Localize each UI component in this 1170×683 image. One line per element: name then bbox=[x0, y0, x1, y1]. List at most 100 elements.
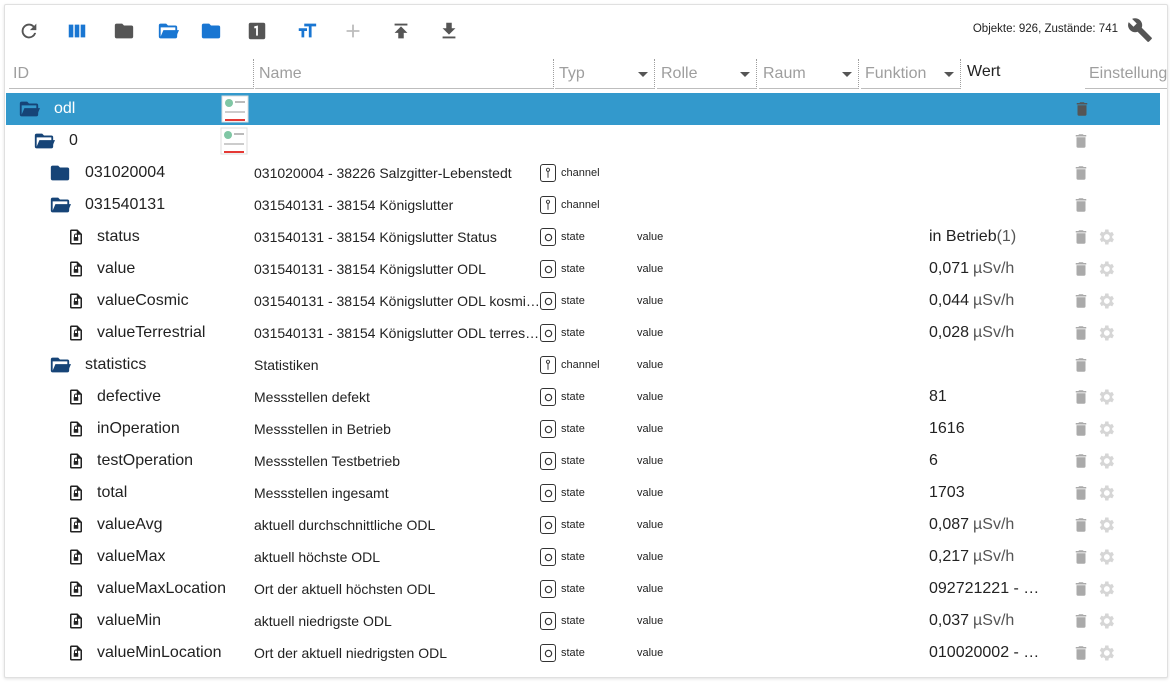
row-id-cell[interactable]: inOperation bbox=[67, 413, 180, 445]
row-id-cell[interactable]: 0 bbox=[31, 125, 78, 157]
tree-row[interactable]: valueAvg aktuell durchschnittliche ODL sta… bbox=[5, 509, 1167, 541]
file-lock-icon[interactable] bbox=[67, 386, 85, 408]
row-value[interactable]: 0,071 µSv/h bbox=[929, 253, 1049, 285]
gear-icon[interactable] bbox=[1095, 445, 1117, 477]
gear-icon[interactable] bbox=[1095, 317, 1117, 349]
row-id-cell[interactable]: defective bbox=[67, 381, 161, 413]
trash-icon[interactable] bbox=[1071, 605, 1091, 637]
download-button[interactable] bbox=[435, 17, 463, 45]
row-name[interactable]: Ort der aktuell niedrigsten ODL bbox=[254, 637, 540, 669]
row-role[interactable]: value bbox=[637, 509, 737, 541]
row-name[interactable]: 031540131 - 38154 Königslutter ODL bbox=[254, 253, 540, 285]
settings-button[interactable] bbox=[1127, 17, 1153, 43]
role-filter-select[interactable]: Rolle bbox=[657, 59, 757, 89]
row-role[interactable]: value bbox=[637, 573, 737, 605]
expand-all-button[interactable] bbox=[154, 17, 182, 45]
trash-icon[interactable] bbox=[1071, 509, 1091, 541]
row-role[interactable]: value bbox=[637, 637, 737, 669]
row-name[interactable]: Messstellen in Betrieb bbox=[254, 413, 540, 445]
row-value[interactable]: 1703 bbox=[929, 477, 1049, 509]
row-role[interactable]: value bbox=[637, 381, 737, 413]
refresh-button[interactable] bbox=[15, 17, 43, 45]
file-lock-icon[interactable] bbox=[67, 482, 85, 504]
tree-row[interactable]: statistics Statistiken channel value bbox=[5, 349, 1167, 381]
row-name[interactable]: Ort der aktuell höchsten ODL bbox=[254, 573, 540, 605]
row-id-cell[interactable]: valueMaxLocation bbox=[67, 573, 226, 605]
function-filter-select[interactable]: Funktion bbox=[861, 59, 961, 89]
row-role[interactable]: value bbox=[637, 253, 737, 285]
file-lock-icon[interactable] bbox=[67, 514, 85, 536]
file-lock-icon[interactable] bbox=[67, 546, 85, 568]
row-value[interactable]: 0,087 µSv/h bbox=[929, 509, 1049, 541]
tree-row[interactable]: valueMaxLocation Ort der aktuell höchsten… bbox=[5, 573, 1167, 605]
folder-icon[interactable] bbox=[47, 162, 73, 184]
row-name[interactable]: aktuell höchste ODL bbox=[254, 541, 540, 573]
row-value[interactable]: 6 bbox=[929, 445, 1049, 477]
row-value[interactable]: 010020002 - … bbox=[929, 637, 1049, 669]
row-id-cell[interactable]: statistics bbox=[47, 349, 146, 381]
row-value[interactable]: 092721221 - … bbox=[929, 573, 1049, 605]
tree-row[interactable]: status 031540131 - 38154 Königslutter Sta… bbox=[5, 221, 1167, 253]
row-name[interactable]: aktuell niedrigste ODL bbox=[254, 605, 540, 637]
trash-icon[interactable] bbox=[1071, 381, 1091, 413]
folder-open-icon[interactable] bbox=[31, 130, 57, 152]
row-name[interactable]: 031540131 - 38154 Königslutter ODL terre… bbox=[254, 317, 540, 349]
tree-row[interactable]: valueCosmic 031540131 - 38154 Königslutte… bbox=[5, 285, 1167, 317]
row-id-cell[interactable]: valueMax bbox=[67, 541, 165, 573]
gear-icon[interactable] bbox=[1095, 573, 1117, 605]
trash-icon[interactable] bbox=[1071, 413, 1091, 445]
row-name[interactable]: 031020004 - 38226 Salzgitter-Lebenstedt bbox=[254, 157, 540, 189]
row-id-cell[interactable]: valueMinLocation bbox=[67, 637, 222, 669]
row-role[interactable]: value bbox=[637, 285, 737, 317]
row-id-cell[interactable]: testOperation bbox=[67, 445, 193, 477]
trash-icon[interactable] bbox=[1071, 477, 1091, 509]
file-lock-icon[interactable] bbox=[67, 290, 85, 312]
trash-icon[interactable] bbox=[1071, 445, 1091, 477]
tree-row[interactable]: 0 bbox=[5, 125, 1167, 157]
row-value[interactable]: 1616 bbox=[929, 413, 1049, 445]
gear-icon[interactable] bbox=[1095, 285, 1117, 317]
tree-row[interactable]: valueMin aktuell niedrigste ODL state value… bbox=[5, 605, 1167, 637]
trash-icon[interactable] bbox=[1071, 253, 1091, 285]
trash-icon[interactable] bbox=[1072, 93, 1092, 125]
gear-icon[interactable] bbox=[1095, 477, 1117, 509]
row-value[interactable]: in Betrieb(1) bbox=[929, 221, 1049, 253]
file-lock-icon[interactable] bbox=[67, 258, 85, 280]
gear-icon[interactable] bbox=[1095, 509, 1117, 541]
row-name[interactable]: Messstellen ingesamt bbox=[254, 477, 540, 509]
id-filter-input[interactable]: ID bbox=[9, 59, 254, 89]
file-lock-icon[interactable] bbox=[67, 418, 85, 440]
tree-row[interactable]: 031020004 031020004 - 38226 Salzgitter-Le… bbox=[5, 157, 1167, 189]
columns-button[interactable] bbox=[63, 17, 91, 45]
tree-row[interactable]: value 031540131 - 38154 Königslutter ODL s… bbox=[5, 253, 1167, 285]
row-value[interactable]: 0,037 µSv/h bbox=[929, 605, 1049, 637]
row-name[interactable]: Statistiken bbox=[254, 349, 540, 381]
trash-icon[interactable] bbox=[1071, 125, 1091, 157]
row-name[interactable]: Messstellen defekt bbox=[254, 381, 540, 413]
trash-icon[interactable] bbox=[1071, 573, 1091, 605]
upload-button[interactable] bbox=[387, 17, 415, 45]
trash-icon[interactable] bbox=[1071, 189, 1091, 221]
row-id-cell[interactable]: status bbox=[67, 221, 140, 253]
expand-level-button[interactable] bbox=[197, 17, 225, 45]
row-role[interactable]: value bbox=[637, 413, 737, 445]
file-lock-icon[interactable] bbox=[67, 642, 85, 664]
text-size-button[interactable] bbox=[293, 17, 321, 45]
room-filter-select[interactable]: Raum bbox=[759, 59, 859, 89]
gear-icon[interactable] bbox=[1095, 221, 1117, 253]
row-value[interactable]: 81 bbox=[929, 381, 1049, 413]
row-id-cell[interactable]: valueMin bbox=[67, 605, 161, 637]
file-lock-icon[interactable] bbox=[67, 226, 85, 248]
trash-icon[interactable] bbox=[1071, 541, 1091, 573]
file-lock-icon[interactable] bbox=[67, 578, 85, 600]
row-id-cell[interactable]: valueCosmic bbox=[67, 285, 189, 317]
row-role[interactable]: value bbox=[637, 541, 737, 573]
row-name[interactable]: 031540131 - 38154 Königslutter bbox=[254, 189, 540, 221]
trash-icon[interactable] bbox=[1071, 157, 1091, 189]
gear-icon[interactable] bbox=[1095, 605, 1117, 637]
row-id-cell[interactable]: value bbox=[67, 253, 135, 285]
row-id-cell[interactable]: 031540131 bbox=[47, 189, 165, 221]
row-value[interactable]: 0,217 µSv/h bbox=[929, 541, 1049, 573]
row-name[interactable] bbox=[254, 125, 540, 157]
row-name[interactable] bbox=[255, 93, 541, 125]
